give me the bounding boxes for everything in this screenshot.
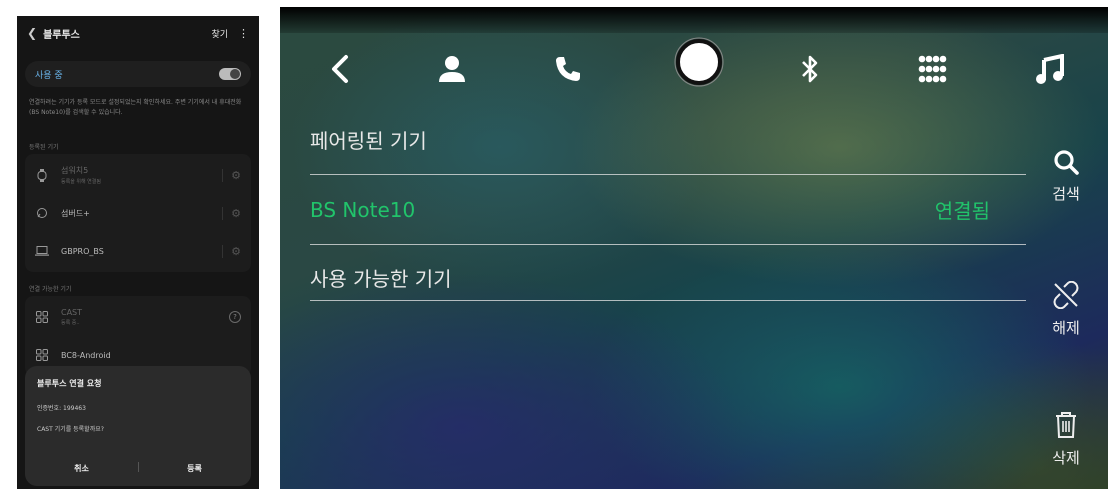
find-button[interactable]: 찾기: [211, 27, 228, 40]
divider: [310, 300, 1026, 301]
device-sub: 등록을 위해 연결됨: [61, 179, 101, 185]
phone-bluetooth-screen: ❮ 블루투스 찾기 ⋮ 사용 중 연결하려는 기기가 등록 모드로 설정되었는지…: [17, 16, 259, 489]
device-name-block: 섬워치5 등록을 위해 연결됨: [61, 165, 222, 185]
phone-title: 블루투스: [43, 29, 80, 41]
paired-header-label: 페어링된 기기: [310, 129, 427, 153]
pairing-pin: 인증번호: 199463: [37, 405, 86, 412]
search-icon: [1054, 150, 1079, 175]
device-name-block: BC8-Android: [61, 351, 241, 360]
laptop-icon: [35, 244, 49, 258]
watch-icon: [35, 168, 49, 182]
apps-grid-icon[interactable]: [912, 49, 952, 89]
paired-devices-header: 페어링된 기기: [310, 105, 1026, 175]
delete-button[interactable]: 삭제: [1036, 411, 1096, 468]
unlink-icon: [1053, 281, 1079, 309]
gear-icon[interactable]: ⚙: [222, 168, 241, 182]
device-name: CAST: [61, 308, 83, 317]
earbuds-icon: [35, 206, 49, 220]
search-button[interactable]: 검색: [1036, 149, 1096, 204]
device-name-block: GBPRO_BS: [61, 247, 222, 256]
phone-header: ❮ 블루투스 찾기 ⋮: [17, 16, 259, 50]
grid-icon: [35, 310, 49, 324]
unpair-button[interactable]: 해제: [1036, 281, 1096, 338]
device-name-block: CAST 등록 중..: [61, 308, 229, 326]
bluetooth-toggle-row[interactable]: 사용 중: [25, 61, 251, 87]
cancel-button[interactable]: 취소: [25, 463, 138, 474]
dialog-buttons: 취소 등록: [25, 463, 251, 474]
help-icon[interactable]: ?: [229, 311, 241, 323]
device-name: 섬워치5: [61, 166, 89, 175]
nav-bar: [280, 35, 1108, 105]
paired-device-row[interactable]: BS Note10 연결됨: [310, 175, 1026, 245]
registered-section-label: 등록된 기기: [29, 144, 59, 151]
bluetooth-switch[interactable]: [219, 68, 241, 80]
device-row[interactable]: 섬버드+ ⚙: [25, 194, 251, 232]
contacts-icon[interactable]: [432, 49, 472, 89]
bluetooth-icon[interactable]: [790, 49, 830, 89]
device-row[interactable]: 섬워치5 등록을 위해 연결됨 ⚙: [25, 156, 251, 194]
device-name: BC8-Android: [61, 350, 111, 360]
chevron-left-icon[interactable]: ❮: [27, 26, 37, 40]
gear-icon[interactable]: ⚙: [222, 206, 241, 220]
toggle-label: 사용 중: [35, 70, 63, 81]
register-button[interactable]: 등록: [138, 463, 251, 474]
phone-icon[interactable]: [548, 49, 588, 89]
more-options-icon[interactable]: ⋮: [238, 27, 249, 40]
home-circle-icon[interactable]: [674, 37, 724, 87]
device-name: 섬버드+: [61, 208, 90, 218]
device-row[interactable]: GBPRO_BS ⚙: [25, 232, 251, 270]
device-row[interactable]: CAST 등록 중.. ?: [25, 298, 251, 336]
available-header-label: 사용 가능한 기기: [310, 266, 452, 291]
delete-label: 삭제: [1052, 449, 1080, 467]
bluetooth-description: 연결하려는 기기가 등록 모드로 설정되었는지 확인하세요. 주변 기기에서 내…: [29, 99, 242, 116]
device-sub: 등록 중..: [61, 320, 80, 326]
gear-icon[interactable]: ⚙: [222, 244, 241, 258]
registered-devices-card: 섬워치5 등록을 위해 연결됨 ⚙ 섬버드+ ⚙ GBPRO_BS ⚙: [25, 154, 251, 272]
grid-icon: [35, 348, 49, 362]
car-bluetooth-screen: 페어링된 기기 BS Note10 연결됨 사용 가능한 기기 검색 해제 삭제: [280, 7, 1108, 489]
device-name: BS Note10: [310, 197, 416, 222]
music-icon[interactable]: [1030, 49, 1070, 89]
search-label: 검색: [1052, 185, 1080, 203]
top-bar: [280, 7, 1108, 33]
available-section-label: 연결 가능한 기기: [29, 286, 72, 293]
unpair-label: 해제: [1052, 319, 1080, 337]
dialog-title: 블루투스 연결 요청: [37, 379, 102, 388]
available-devices-card: CAST 등록 중.. ? BC8-Android: [25, 296, 251, 376]
back-icon[interactable]: [320, 49, 360, 89]
trash-icon: [1056, 412, 1076, 438]
device-name: GBPRO_BS: [61, 246, 104, 256]
pairing-request-dialog: 블루투스 연결 요청 인증번호: 199463 CAST 기기를 등록할까요? …: [25, 366, 251, 486]
device-name-block: 섬버드+: [61, 208, 222, 219]
dialog-question: CAST 기기를 등록할까요?: [37, 426, 104, 433]
connection-status: 연결됨: [934, 199, 990, 223]
